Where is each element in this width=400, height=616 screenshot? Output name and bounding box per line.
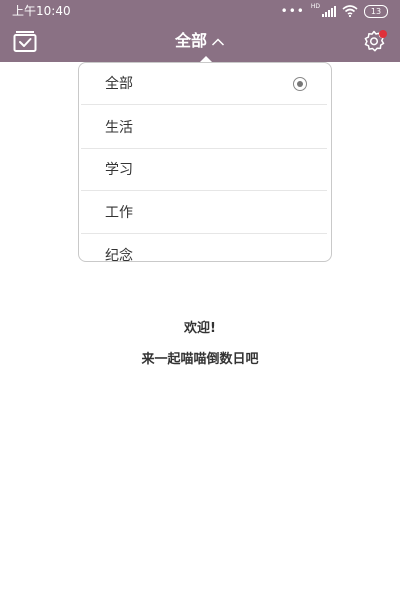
network-type-label: HD: [310, 3, 320, 10]
dropdown-item-label: 生活: [105, 120, 133, 136]
category-selector[interactable]: 全部: [0, 30, 400, 52]
empty-state-message: 来一起喵喵倒数日吧: [141, 352, 259, 367]
more-dots-icon: •••: [280, 4, 305, 18]
dropdown-item-label: 全部: [105, 76, 133, 92]
notification-dot: [379, 30, 387, 38]
welcome-heading: 欢迎!: [184, 321, 216, 336]
chevron-up-icon: [211, 37, 225, 46]
dropdown-item-label: 纪念: [105, 248, 133, 262]
wifi-icon: [342, 5, 358, 17]
radio-selected-icon: [293, 77, 307, 91]
divider: [81, 104, 327, 105]
dropdown-item-all[interactable]: 全部: [79, 63, 331, 105]
dropdown-item-label: 学习: [105, 162, 133, 178]
dropdown-item-label: 工作: [105, 205, 133, 221]
signal-icon: [322, 5, 336, 17]
status-time: 上午10:40: [12, 4, 71, 18]
divider: [81, 233, 327, 234]
dropdown-item-study[interactable]: 学习: [79, 149, 331, 191]
app-bar: 上午10:40 ••• HD 13 全部: [0, 0, 400, 62]
dropdown-item-work[interactable]: 工作: [79, 192, 331, 234]
page-title: 全部: [174, 31, 207, 50]
divider: [81, 190, 327, 191]
status-icons: ••• HD 13: [281, 3, 388, 19]
status-bar: 上午10:40 ••• HD 13: [0, 0, 400, 22]
app-screen: 上午10:40 ••• HD 13 全部 全部 生活 学习 工作 纪念 欢迎! …: [0, 0, 400, 616]
dropdown-item-life[interactable]: 生活: [79, 107, 331, 149]
battery-indicator: 13: [364, 4, 388, 18]
dropdown-item-memorial[interactable]: 纪念: [79, 235, 331, 262]
category-dropdown: 全部 生活 学习 工作 纪念: [78, 62, 332, 262]
